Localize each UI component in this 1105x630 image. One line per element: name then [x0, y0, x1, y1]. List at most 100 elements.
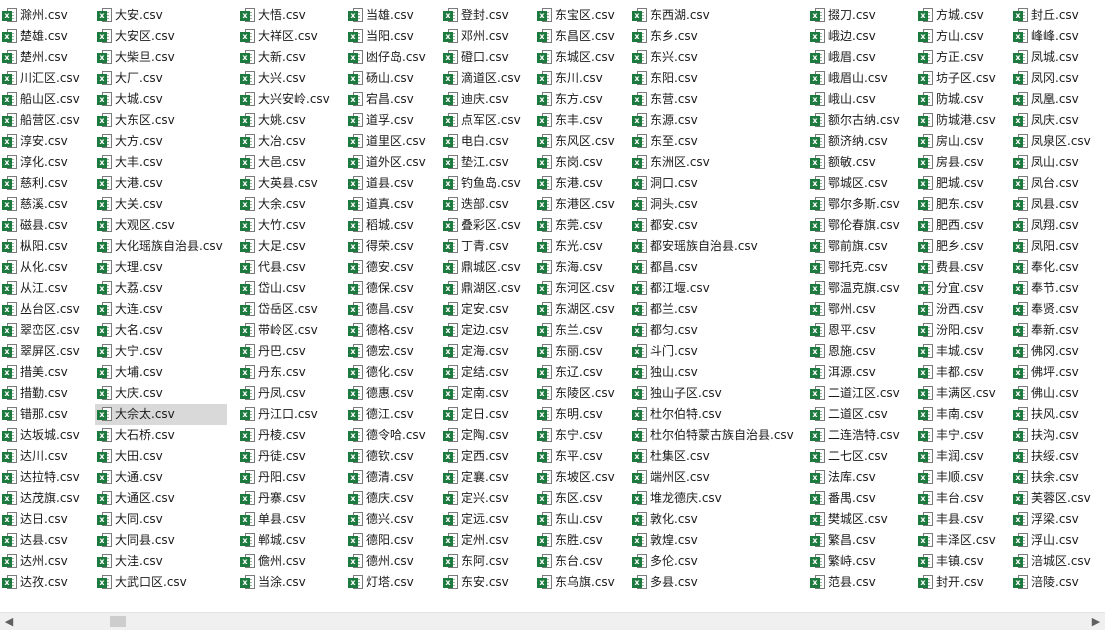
file-item[interactable]: x 敦煌.csv: [630, 530, 798, 551]
file-item[interactable]: x 从化.csv: [0, 257, 84, 278]
file-item[interactable]: x 单县.csv: [238, 509, 334, 530]
file-item[interactable]: x 范县.csv: [808, 572, 904, 593]
file-item[interactable]: x 樊城区.csv: [808, 509, 904, 530]
file-item[interactable]: x 大理.csv: [95, 257, 227, 278]
file-item[interactable]: x 鄂前旗.csv: [808, 236, 904, 257]
file-item[interactable]: x 敦化.csv: [630, 509, 798, 530]
file-item[interactable]: x 丰台.csv: [916, 488, 1000, 509]
file-item[interactable]: x 峨山.csv: [808, 89, 904, 110]
file-item[interactable]: x 丰泽区.csv: [916, 530, 1000, 551]
file-item[interactable]: x 涪城区.csv: [1011, 551, 1095, 572]
file-item[interactable]: x 恩平.csv: [808, 320, 904, 341]
file-item[interactable]: x 奉节.csv: [1011, 278, 1095, 299]
file-item[interactable]: x 叠彩区.csv: [441, 215, 525, 236]
file-item[interactable]: x 德江.csv: [346, 404, 430, 425]
file-item[interactable]: x 鄂伦春旗.csv: [808, 215, 904, 236]
scroll-right-arrow-icon[interactable]: ▶: [1087, 613, 1105, 630]
file-item[interactable]: x 带岭区.csv: [238, 320, 334, 341]
file-item[interactable]: x 东安.csv: [441, 572, 525, 593]
file-item[interactable]: x 佛山.csv: [1011, 383, 1095, 404]
file-item[interactable]: x 丰都.csv: [916, 362, 1000, 383]
file-item[interactable]: x 防城.csv: [916, 89, 1000, 110]
file-item[interactable]: x 鄂州.csv: [808, 299, 904, 320]
file-item[interactable]: x 东辽.csv: [535, 362, 619, 383]
file-item[interactable]: x 凤冈.csv: [1011, 68, 1095, 89]
file-item[interactable]: x 枞阳.csv: [0, 236, 84, 257]
file-item[interactable]: x 法库.csv: [808, 467, 904, 488]
file-item[interactable]: x 德保.csv: [346, 278, 430, 299]
file-item[interactable]: x 扶余.csv: [1011, 467, 1095, 488]
file-item[interactable]: x 鄂城区.csv: [808, 173, 904, 194]
file-item[interactable]: x 大厂.csv: [95, 68, 227, 89]
file-item[interactable]: x 当雄.csv: [346, 5, 430, 26]
file-item[interactable]: x 大祥区.csv: [238, 26, 334, 47]
file-item[interactable]: x 道孚.csv: [346, 110, 430, 131]
file-item[interactable]: x 东方.csv: [535, 89, 619, 110]
file-item[interactable]: x 大化瑶族自治县.csv: [95, 236, 227, 257]
file-item[interactable]: x 定襄.csv: [441, 467, 525, 488]
file-item[interactable]: x 峨眉山.csv: [808, 68, 904, 89]
file-item[interactable]: x 错那.csv: [0, 404, 84, 425]
file-item[interactable]: x 德庆.csv: [346, 488, 430, 509]
file-item[interactable]: x 大港.csv: [95, 173, 227, 194]
file-item[interactable]: x 东洲区.csv: [630, 152, 798, 173]
file-item[interactable]: x 杜尔伯特蒙古族自治县.csv: [630, 425, 798, 446]
file-item[interactable]: x 奉化.csv: [1011, 257, 1095, 278]
file-item[interactable]: x 道里区.csv: [346, 131, 430, 152]
file-item[interactable]: x 丁青.csv: [441, 236, 525, 257]
file-item[interactable]: x 丰镇.csv: [916, 551, 1000, 572]
file-item[interactable]: x 丰县.csv: [916, 509, 1000, 530]
file-item[interactable]: x 代县.csv: [238, 257, 334, 278]
file-item[interactable]: x 大兴安岭.csv: [238, 89, 334, 110]
file-item[interactable]: x 钓鱼岛.csv: [441, 173, 525, 194]
file-item[interactable]: x 达日.csv: [0, 509, 84, 530]
file-item[interactable]: x 丰满区.csv: [916, 383, 1000, 404]
file-item[interactable]: x 防城港.csv: [916, 110, 1000, 131]
file-item[interactable]: x 达孜.csv: [0, 572, 84, 593]
file-item[interactable]: x 大柴旦.csv: [95, 47, 227, 68]
scrollbar-thumb[interactable]: [110, 616, 126, 627]
file-item[interactable]: x 东昌区.csv: [535, 26, 619, 47]
file-item[interactable]: x 点军区.csv: [441, 110, 525, 131]
file-item[interactable]: x 掇刀.csv: [808, 5, 904, 26]
file-item[interactable]: x 都昌.csv: [630, 257, 798, 278]
file-item[interactable]: x 汾西.csv: [916, 299, 1000, 320]
file-item[interactable]: x 措勤.csv: [0, 383, 84, 404]
file-item[interactable]: x 儋州.csv: [238, 551, 334, 572]
file-item[interactable]: x 大荔.csv: [95, 278, 227, 299]
file-item[interactable]: x 东光.csv: [535, 236, 619, 257]
file-item[interactable]: x 德兴.csv: [346, 509, 430, 530]
file-item[interactable]: x 淳化.csv: [0, 152, 84, 173]
file-item[interactable]: x 定南.csv: [441, 383, 525, 404]
file-item[interactable]: x 凤山.csv: [1011, 152, 1095, 173]
file-item[interactable]: x 德清.csv: [346, 467, 430, 488]
file-item[interactable]: x 额济纳.csv: [808, 131, 904, 152]
file-item[interactable]: x 东至.csv: [630, 131, 798, 152]
file-item[interactable]: x 东台.csv: [535, 551, 619, 572]
file-item[interactable]: x 大冶.csv: [238, 131, 334, 152]
file-item[interactable]: x 达茂旗.csv: [0, 488, 84, 509]
file-item[interactable]: x 番禺.csv: [808, 488, 904, 509]
file-item[interactable]: x 定安.csv: [441, 299, 525, 320]
file-item[interactable]: x 大悟.csv: [238, 5, 334, 26]
file-item[interactable]: x 大田.csv: [95, 446, 227, 467]
file-item[interactable]: x 达川.csv: [0, 446, 84, 467]
file-item[interactable]: x 二道区.csv: [808, 404, 904, 425]
file-item[interactable]: x 德令哈.csv: [346, 425, 430, 446]
file-item[interactable]: x 东港区.csv: [535, 194, 619, 215]
file-item[interactable]: x 邓州.csv: [441, 26, 525, 47]
file-item[interactable]: x 洱源.csv: [808, 362, 904, 383]
file-item[interactable]: x 繁昌.csv: [808, 530, 904, 551]
file-item[interactable]: x 船山区.csv: [0, 89, 84, 110]
file-item[interactable]: x 汾阳.csv: [916, 320, 1000, 341]
file-item[interactable]: x 大通.csv: [95, 467, 227, 488]
file-item[interactable]: x 东坡区.csv: [535, 467, 619, 488]
file-item[interactable]: x 磁县.csv: [0, 215, 84, 236]
file-item[interactable]: x 丹东.csv: [238, 362, 334, 383]
file-item[interactable]: x 岱岳区.csv: [238, 299, 334, 320]
file-item[interactable]: x 定结.csv: [441, 362, 525, 383]
file-item[interactable]: x 额尔古纳.csv: [808, 110, 904, 131]
file-item[interactable]: x 奉贤.csv: [1011, 299, 1095, 320]
file-item[interactable]: x 东平.csv: [535, 446, 619, 467]
file-item[interactable]: x 丹棱.csv: [238, 425, 334, 446]
